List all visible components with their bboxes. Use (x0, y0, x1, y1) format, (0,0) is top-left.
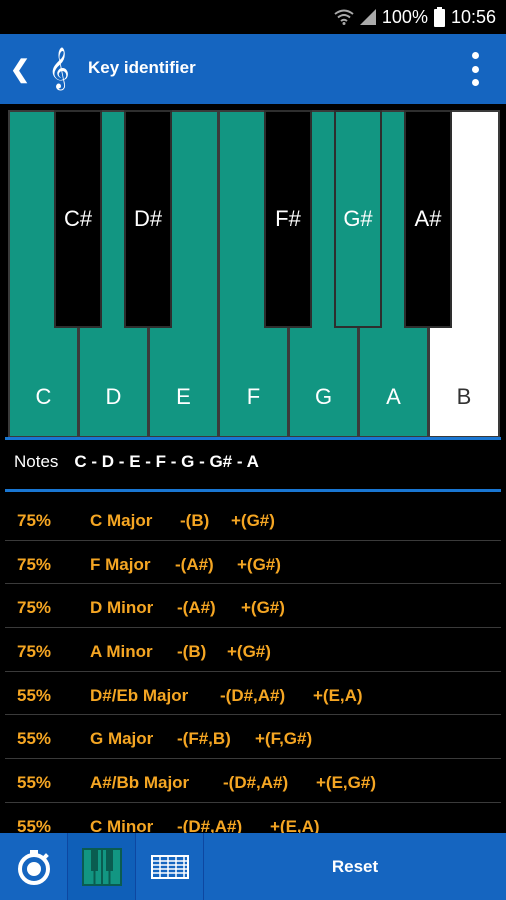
extra-notes: +(G#) (241, 598, 285, 618)
key-name: A Minor (90, 642, 153, 662)
clock: 10:56 (450, 6, 496, 27)
key-label: F# (275, 206, 301, 231)
extra-notes: +(G#) (227, 642, 271, 662)
missing-notes: -(D#,A#) (177, 816, 243, 833)
key-name: A#/Bb Major (90, 773, 190, 793)
key-label: A (386, 384, 401, 409)
key-name: G Major (90, 729, 154, 749)
notes-value: C - D - E - F - G - G# - A (74, 452, 259, 471)
key-label: C (35, 384, 52, 409)
match-percent: 75% (17, 598, 52, 618)
selected-notes: Notes C - D - E - F - G - G# - A (14, 452, 259, 472)
result-row[interactable]: 55% D#/Eb Major -(D#,A#) +(E,A) (5, 672, 501, 716)
back-icon[interactable]: ❮ (8, 54, 32, 84)
app-title: Key identifier (88, 58, 196, 77)
result-row[interactable]: 55% A#/Bb Major -(D#,A#) +(E,G#) (5, 759, 501, 803)
key-label: G (314, 384, 333, 409)
missing-notes: -(B) (177, 642, 207, 662)
black-key-g-sharp[interactable]: G# (334, 110, 382, 328)
key-label: C# (63, 206, 93, 231)
black-key-f-sharp[interactable]: F# (264, 110, 312, 328)
extra-notes: +(G#) (231, 511, 275, 530)
key-label: D (105, 384, 122, 409)
signal-icon (359, 9, 376, 25)
notes-label: Notes (14, 452, 59, 471)
key-label: G# (343, 206, 373, 231)
match-percent: 75% (17, 511, 52, 530)
tab-piano[interactable] (68, 833, 136, 900)
extra-notes: +(F,G#) (255, 729, 313, 749)
match-percent: 55% (17, 773, 52, 793)
missing-notes: -(D#,A#) (223, 773, 289, 793)
overflow-menu-icon[interactable] (470, 52, 480, 86)
extra-notes: +(E,A) (270, 816, 320, 833)
app-bar: ❮ 𝄞 Key identifier (0, 34, 506, 104)
missing-notes: -(D#,A#) (220, 685, 286, 705)
match-percent: 55% (17, 729, 52, 749)
key-results-list: 75% C Major -(B) +(G#) 75% F Major -(A#)… (5, 497, 501, 833)
key-name: C Minor (90, 816, 154, 833)
key-label: B (456, 384, 472, 409)
wifi-icon (334, 9, 354, 25)
key-label: D# (133, 206, 163, 231)
key-name: D Minor (90, 598, 154, 618)
missing-notes: -(F#,B) (177, 729, 231, 749)
divider (5, 489, 501, 492)
tab-tuner[interactable] (0, 833, 68, 900)
key-label: E (176, 384, 191, 409)
battery-percent: 100% (381, 6, 428, 27)
key-label: F (246, 384, 261, 409)
key-name: F Major (90, 554, 151, 574)
piano-keys-icon (81, 847, 122, 886)
extra-notes: +(G#) (237, 554, 281, 574)
tuner-dial-icon (17, 849, 50, 885)
guitar-fretboard-icon (150, 854, 189, 879)
black-key-c-sharp[interactable]: C# (54, 110, 102, 328)
result-row[interactable]: 75% D Minor -(A#) +(G#) (5, 584, 501, 629)
match-percent: 55% (17, 685, 52, 705)
tab-guitar[interactable] (136, 833, 204, 900)
reset-button[interactable]: Reset (204, 833, 506, 900)
key-label: A# (414, 206, 442, 231)
divider (5, 437, 501, 440)
bottom-toolbar: Reset (0, 833, 506, 900)
result-row[interactable]: 55% G Major -(F#,B) +(F,G#) (5, 715, 501, 760)
missing-notes: -(A#) (175, 554, 214, 574)
status-icons: 100% 10:56 (334, 5, 496, 29)
battery-icon (433, 7, 445, 27)
match-percent: 55% (17, 816, 52, 833)
missing-notes: -(A#) (177, 598, 216, 618)
treble-clef-icon: 𝄞 (48, 48, 70, 89)
status-bar: 100% 10:56 (0, 0, 506, 34)
result-row[interactable]: 75% C Major -(B) +(G#) (5, 497, 501, 541)
extra-notes: +(E,A) (313, 685, 363, 705)
key-name: D#/Eb Major (90, 685, 189, 705)
match-percent: 75% (17, 554, 52, 574)
key-name: C Major (90, 511, 153, 530)
result-row[interactable]: 55% C Minor -(D#,A#) +(E,A) (5, 803, 501, 833)
black-key-d-sharp[interactable]: D# (124, 110, 172, 328)
extra-notes: +(E,G#) (316, 773, 376, 793)
result-row[interactable]: 75% A Minor -(B) +(G#) (5, 628, 501, 672)
black-key-a-sharp[interactable]: A# (404, 110, 452, 328)
missing-notes: -(B) (180, 511, 210, 530)
match-percent: 75% (17, 642, 52, 662)
piano-keyboard: C D E F G A B C# D# F# G# A# (8, 110, 500, 438)
result-row[interactable]: 75% F Major -(A#) +(G#) (5, 541, 501, 585)
